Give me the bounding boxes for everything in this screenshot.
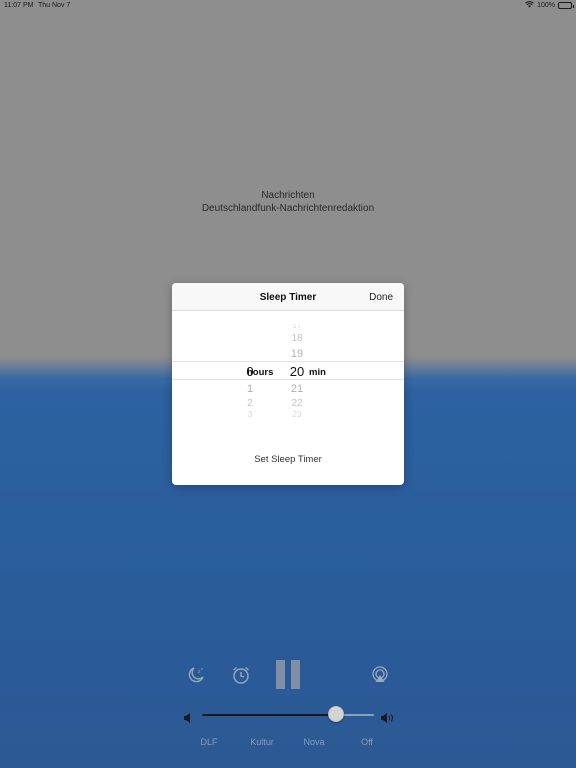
now-playing-info: Nachrichten Deutschlandfunk-Nachrichtenr… <box>0 189 576 215</box>
hours-option[interactable]: 1 <box>230 383 270 395</box>
done-button[interactable]: Done <box>369 292 393 303</box>
volume-fill <box>202 714 337 716</box>
airplay-icon[interactable] <box>370 665 390 690</box>
pause-button[interactable] <box>276 660 300 689</box>
hours-option[interactable]: 2 <box>230 398 270 409</box>
volume-slider[interactable] <box>202 714 374 716</box>
volume-low-icon <box>184 710 192 728</box>
alarm-clock-icon[interactable] <box>231 665 251 690</box>
hours-option[interactable]: 3 <box>230 411 270 417</box>
minutes-unit-label: min <box>309 367 326 378</box>
set-sleep-timer-button[interactable]: Set Sleep Timer <box>172 454 404 465</box>
volume-knob[interactable] <box>328 706 345 722</box>
sleep-timer-dialog: Sleep Timer Done 0 1 2 3 hours 17 18 19 … <box>172 283 404 485</box>
minutes-option[interactable]: 17 <box>277 324 317 330</box>
playback-controls: z z <box>0 660 576 692</box>
wifi-icon <box>525 1 534 10</box>
minutes-option[interactable]: 22 <box>277 398 317 409</box>
sleep-timer-icon[interactable]: z z <box>186 665 206 690</box>
status-bar: 11:07 PM Thu Nov 7 100% <box>0 0 576 12</box>
battery-icon <box>558 2 574 9</box>
volume-control <box>0 706 576 724</box>
dialog-header: Sleep Timer Done <box>172 283 404 311</box>
status-right: 100% <box>525 1 574 10</box>
station-tab-kultur[interactable]: Kultur <box>237 737 287 747</box>
status-time: 11:07 PM <box>4 2 34 9</box>
volume-high-icon <box>381 710 395 728</box>
minutes-option[interactable]: 19 <box>277 348 317 360</box>
station-tab-dlf[interactable]: DLF <box>184 737 234 747</box>
program-subtitle: Deutschlandfunk-Nachrichtenredaktion <box>201 203 375 214</box>
battery-percent: 100% <box>537 2 555 9</box>
status-date: Thu Nov 7 <box>38 2 71 9</box>
minutes-option[interactable]: 21 <box>277 383 317 395</box>
duration-picker[interactable]: 0 1 2 3 hours 17 18 19 20 21 22 23 min <box>172 319 404 423</box>
hours-unit-label: hours <box>247 367 274 378</box>
svg-text:z: z <box>201 666 203 671</box>
minutes-option[interactable]: 23 <box>277 411 317 417</box>
station-tabs: DLF Kultur Nova Off <box>0 737 576 751</box>
station-tab-off[interactable]: Off <box>342 737 392 747</box>
station-tab-nova[interactable]: Nova <box>289 737 339 747</box>
minutes-option[interactable]: 18 <box>277 333 317 344</box>
program-title: Nachrichten <box>261 190 315 201</box>
